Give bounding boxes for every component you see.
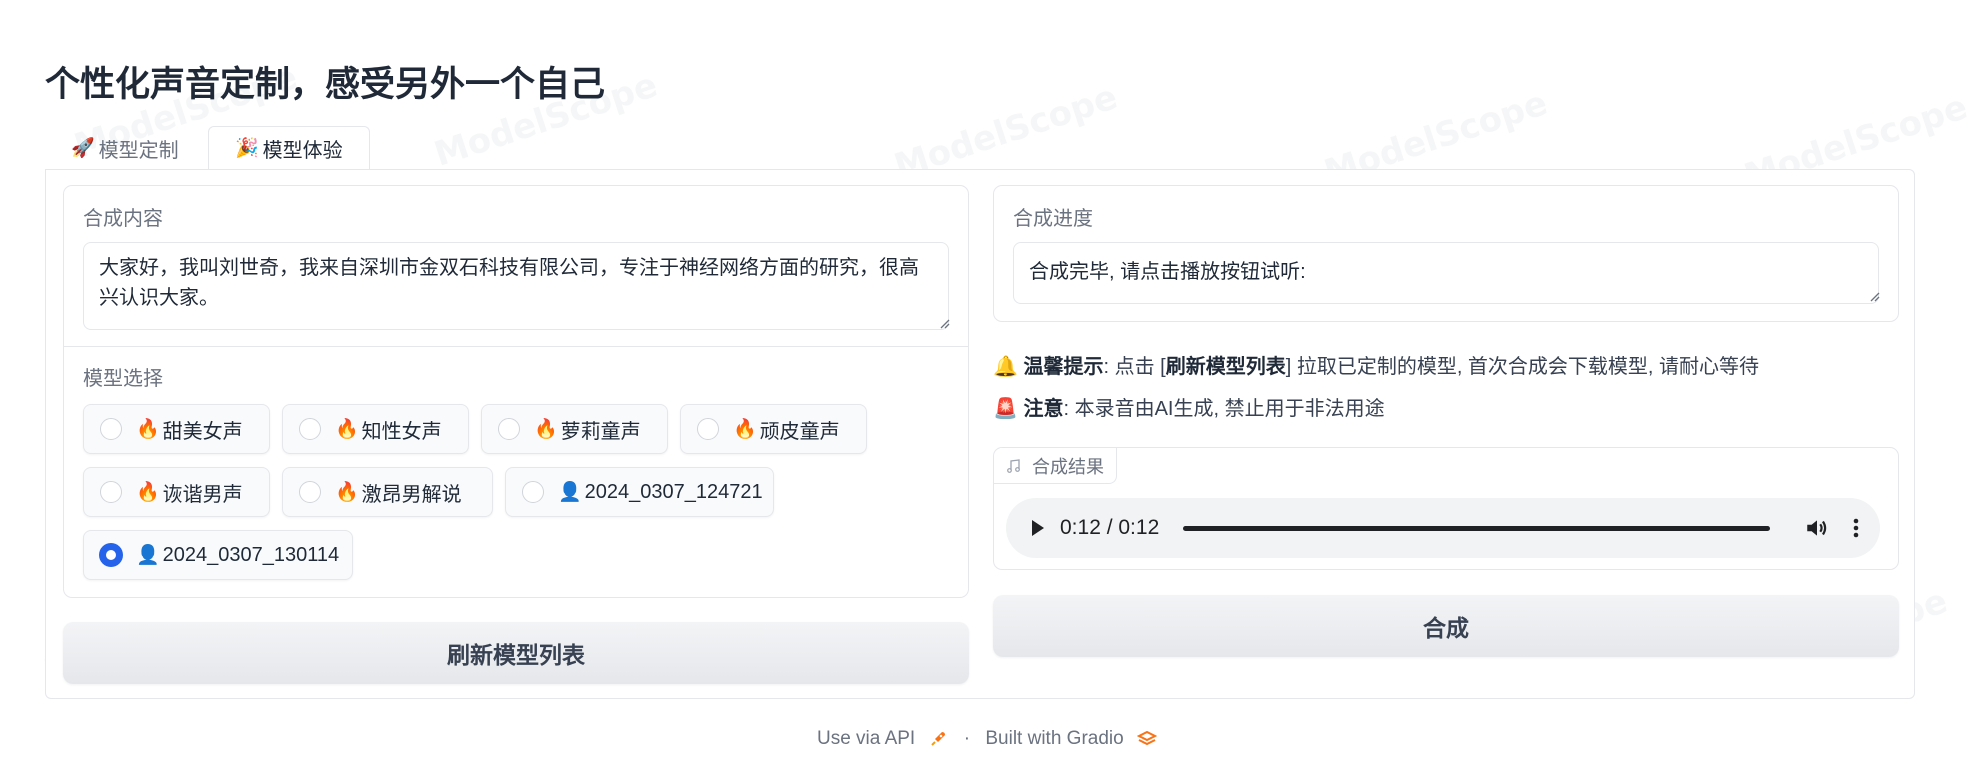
radio-dot[interactable] xyxy=(299,418,321,440)
fire-icon: 🔥 xyxy=(534,419,558,440)
radio-dot[interactable] xyxy=(100,481,122,503)
radio-label: 激昂男解说 xyxy=(361,483,462,506)
resize-handle-icon[interactable] xyxy=(938,317,950,329)
rocket-icon: 🚀 xyxy=(71,138,95,159)
model-select-label: 模型选择 xyxy=(83,368,163,390)
synth-content-textarea[interactable]: 大家好，我叫刘世奇，我来自深圳市金双石科技有限公司，专注于神经网络方面的研究，很… xyxy=(83,242,949,330)
radio-dot[interactable] xyxy=(522,481,544,503)
divider xyxy=(64,346,968,347)
radio-label: 知性女声 xyxy=(361,420,442,443)
radio-option-passionate-commentator[interactable]: 🔥 激昂男解说 xyxy=(282,467,493,517)
tab-label: 模型定制 xyxy=(98,139,179,162)
radio-label: 甜美女声 xyxy=(162,420,243,443)
refresh-model-list-button[interactable]: 刷新模型列表 xyxy=(63,622,969,684)
radio-option-sweet-female[interactable]: 🔥 甜美女声 xyxy=(83,404,270,454)
warning-title: 注意 xyxy=(1023,398,1064,420)
fire-icon: 🔥 xyxy=(136,482,160,503)
audio-progress-track[interactable] xyxy=(1183,525,1770,531)
progress-textarea[interactable]: 合成完毕, 请点击播放按钮试听: xyxy=(1013,242,1879,304)
tab-panel-experience: 合成内容 大家好，我叫刘世奇，我来自深圳市金双石科技有限公司，专注于神经网络方面… xyxy=(45,169,1915,699)
radio-dot[interactable] xyxy=(100,418,122,440)
radio-dot[interactable] xyxy=(498,418,520,440)
footer-separator: · xyxy=(963,728,971,749)
radio-dot[interactable] xyxy=(299,481,321,503)
warning-text: : 本录音由AI生成, 禁止用于非法用途 xyxy=(1063,398,1385,420)
synth-content-label: 合成内容 xyxy=(83,208,163,230)
built-with-gradio-link[interactable]: Built with Gradio xyxy=(985,728,1123,749)
radio-label: 顽皮童声 xyxy=(759,420,840,443)
rocket-icon xyxy=(931,732,946,746)
fire-icon: 🔥 xyxy=(335,419,359,440)
tab-bar: 🚀 模型定制 🎉 模型体验 xyxy=(45,126,1915,170)
gradio-logo-icon xyxy=(1136,730,1158,746)
user-icon: 👤 xyxy=(136,545,160,566)
user-icon: 👤 xyxy=(558,482,582,503)
radio-label: 2024_0307_124721 xyxy=(584,480,763,503)
use-via-api-link[interactable]: Use via API xyxy=(817,728,915,749)
bell-icon: 🔔 xyxy=(993,356,1018,378)
result-card: 合成结果 0:12 / 0:12 xyxy=(993,447,1899,570)
tab-label: 模型体验 xyxy=(262,139,343,162)
result-label-badge: 合成结果 xyxy=(994,448,1117,484)
radio-dot-selected[interactable] xyxy=(100,544,122,566)
progress-label: 合成进度 xyxy=(1013,208,1093,230)
tip-notice: 🔔 温馨提示: 点击 [刷新模型列表] 拉取已定制的模型, 首次合成会下载模型,… xyxy=(993,350,1759,379)
input-card: 合成内容 大家好，我叫刘世奇，我来自深圳市金双石科技有限公司，专注于神经网络方面… xyxy=(63,185,969,598)
audio-time: 0:12 / 0:12 xyxy=(1060,516,1160,539)
radio-dot[interactable] xyxy=(697,418,719,440)
tip-highlight: 刷新模型列表 xyxy=(1165,356,1286,378)
party-popper-icon: 🎉 xyxy=(235,138,259,159)
tab-model-experience[interactable]: 🎉 模型体验 xyxy=(208,126,370,170)
radio-label: 诙谐男声 xyxy=(162,483,243,506)
radio-label: 萝莉童声 xyxy=(560,420,641,443)
tip-warning: 🚨 注意: 本录音由AI生成, 禁止用于非法用途 xyxy=(993,392,1385,421)
fire-icon: 🔥 xyxy=(733,419,757,440)
radio-option-intellectual-female[interactable]: 🔥 知性女声 xyxy=(282,404,469,454)
tip-title: 温馨提示 xyxy=(1023,356,1104,378)
fire-icon: 🔥 xyxy=(136,419,160,440)
music-note-icon xyxy=(1007,458,1020,473)
progress-card: 合成进度 合成完毕, 请点击播放按钮试听: xyxy=(993,185,1899,322)
radio-option-naughty-child[interactable]: 🔥 顽皮童声 xyxy=(680,404,867,454)
footer: Use via API · Built with Gradio xyxy=(0,728,1974,750)
fire-icon: 🔥 xyxy=(335,482,359,503)
volume-icon[interactable] xyxy=(1804,515,1830,541)
resize-handle-icon[interactable] xyxy=(1868,290,1880,302)
siren-icon: 🚨 xyxy=(993,398,1018,420)
tip-text: ] 拉取已定制的模型, 首次合成会下载模型, 请耐心等待 xyxy=(1285,356,1760,378)
audio-player: 0:12 / 0:12 xyxy=(1006,498,1880,558)
play-icon[interactable] xyxy=(1026,517,1048,539)
radio-option-loli-child[interactable]: 🔥 萝莉童声 xyxy=(481,404,668,454)
radio-label: 2024_0307_130114 xyxy=(162,543,340,566)
synthesize-button[interactable]: 合成 xyxy=(993,595,1899,657)
more-options-icon[interactable] xyxy=(1852,516,1860,540)
tab-model-customize[interactable]: 🚀 模型定制 xyxy=(45,126,205,170)
page-title: 个性化声音定制，感受另外一个自己 xyxy=(45,65,606,104)
radio-option-custom-130114[interactable]: 👤 2024_0307_130114 xyxy=(83,530,353,580)
result-label: 合成结果 xyxy=(1032,456,1104,477)
tip-text: : 点击 [ xyxy=(1103,356,1166,378)
radio-option-custom-124721[interactable]: 👤 2024_0307_124721 xyxy=(505,467,774,517)
radio-option-humorous-male[interactable]: 🔥 诙谐男声 xyxy=(83,467,270,517)
